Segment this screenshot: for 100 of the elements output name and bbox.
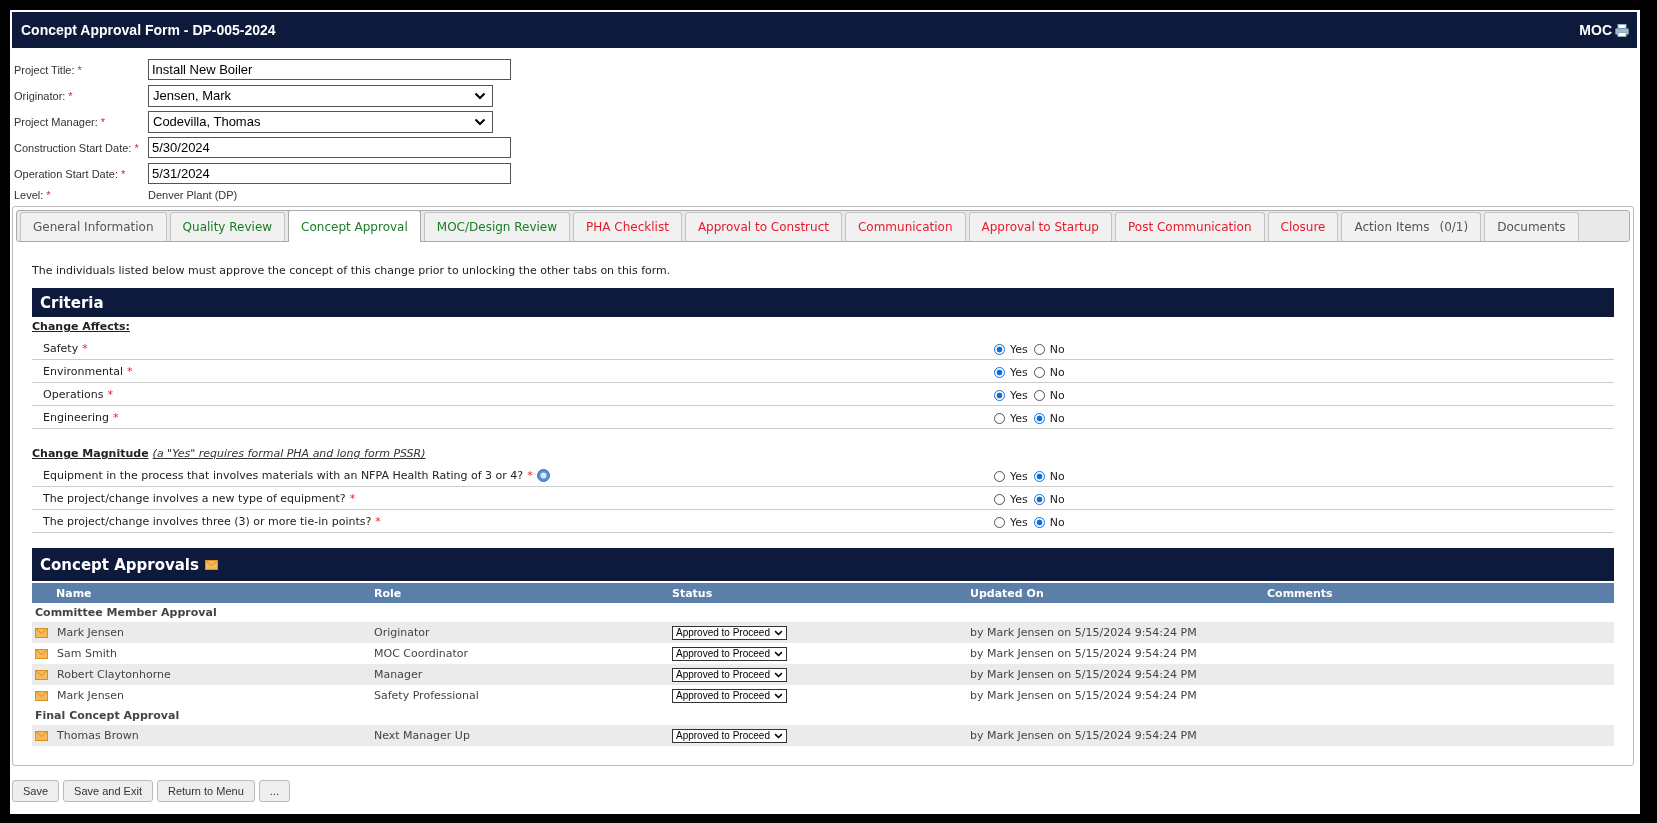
envelope-icon <box>35 648 48 659</box>
required-asterisk: * <box>46 189 51 201</box>
chevron-down-icon <box>773 629 783 636</box>
tab[interactable]: Action Items (0/1) <box>1341 212 1482 241</box>
table-cell-text: Manager <box>374 668 424 681</box>
tab[interactable]: Communication <box>844 212 966 241</box>
status-dropdown[interactable]: Approved to Proceed <box>672 646 787 661</box>
required-asterisk: * <box>127 364 133 378</box>
envelope-icon <box>35 730 48 741</box>
radio-label[interactable]: No <box>1049 366 1065 379</box>
action-button[interactable]: Return to Menu <box>156 780 255 802</box>
table-cell: Mark Jensen <box>57 626 125 639</box>
radio-button[interactable] <box>1033 413 1045 424</box>
field-label: Construction Start Date: <box>14 141 132 154</box>
tab[interactable]: Concept Approval <box>288 210 421 242</box>
group-heading: Change Affects: <box>32 320 130 333</box>
column-header: Status <box>672 586 714 600</box>
table-cell-text: by Mark Jensen on 5/15/2024 9:54:24 PM <box>970 689 1198 702</box>
input-field[interactable]: 5/31/2024 <box>148 163 511 184</box>
radio-label[interactable]: No <box>1049 516 1065 529</box>
required-asterisk: * <box>375 514 381 528</box>
radio-label[interactable]: Yes <box>1010 493 1028 506</box>
printer-icon <box>1615 23 1629 37</box>
radio-label[interactable]: Yes <box>1010 389 1028 402</box>
column-header: Updated On <box>970 586 1045 600</box>
radio-button[interactable] <box>1033 517 1045 528</box>
question-text: Equipment in the process that involves materials with an NFPA Health Rating of 3 or 4? <box>43 468 524 482</box>
required-asterisk: * <box>134 141 139 154</box>
status-dropdown[interactable]: Approved to Proceed <box>672 625 787 640</box>
tab[interactable]: MOC/Design Review <box>423 212 571 241</box>
table-cell-text: by Mark Jensen on 5/15/2024 9:54:24 PM <box>970 729 1198 742</box>
envelope-icon <box>35 627 48 638</box>
radio-label[interactable]: No <box>1049 343 1065 356</box>
radio-label[interactable]: No <box>1049 412 1065 425</box>
status-dropdown[interactable]: Approved to Proceed <box>672 688 787 703</box>
chevron-down-icon <box>773 650 783 657</box>
input-field[interactable]: Install New Boiler <box>148 59 511 80</box>
group-title: Final Concept Approval <box>34 708 181 724</box>
chevron-down-icon <box>474 91 486 100</box>
chevron-down-icon <box>773 732 783 739</box>
radio-button[interactable] <box>994 367 1005 378</box>
tab[interactable]: Approval to Construct <box>684 212 842 241</box>
tab[interactable]: Closure <box>1267 212 1339 241</box>
question-text: Operations <box>43 387 104 401</box>
status-dropdown[interactable]: Approved to Proceed <box>672 667 787 682</box>
tab[interactable]: PHA Checklist <box>573 212 682 241</box>
group-note: (a "Yes" requires formal PHA and long form PSSR) <box>152 447 426 460</box>
question-text: Engineering <box>43 410 109 424</box>
column-header: Comments <box>1267 586 1334 600</box>
tab[interactable]: Post Communication <box>1115 212 1265 241</box>
tab[interactable]: Documents <box>1484 212 1579 241</box>
action-button[interactable]: Save <box>12 780 60 802</box>
table-cell-text: MOC Coordinator <box>374 647 470 660</box>
required-asterisk: * <box>77 63 82 76</box>
form-title: Concept Approval Form - DP-005-2024 <box>21 22 276 38</box>
radio-label[interactable]: No <box>1049 470 1065 483</box>
field-label: Project Title: <box>14 63 75 76</box>
table-cell: Robert Claytonhorne <box>57 668 171 681</box>
column-header: Role <box>374 586 403 600</box>
table-cell-text: Next Manager Up <box>374 729 471 742</box>
radio-button[interactable] <box>994 344 1005 355</box>
envelope-icon <box>204 559 218 570</box>
radio-label[interactable]: Yes <box>1010 516 1028 529</box>
envelope-icon <box>35 669 48 680</box>
table-cell-text: by Mark Jensen on 5/15/2024 9:54:24 PM <box>970 626 1198 639</box>
field-label: Level: <box>14 189 44 201</box>
question-text: The project/change involves a new type of equipment? <box>43 491 346 505</box>
tab[interactable]: General Information <box>20 212 167 241</box>
radio-label[interactable]: No <box>1049 493 1065 506</box>
field-label: Originator: <box>14 89 66 102</box>
radio-label[interactable]: Yes <box>1010 470 1028 483</box>
input-field[interactable]: 5/30/2024 <box>148 137 511 158</box>
radio-button[interactable] <box>994 390 1005 401</box>
table-cell-text: Safety Professional <box>374 689 480 702</box>
action-button[interactable]: ... <box>258 780 290 802</box>
tab[interactable]: Quality Review <box>169 212 286 241</box>
question-text: The project/change involves three (3) or more tie-in points? <box>43 514 372 528</box>
required-asterisk: * <box>349 491 356 505</box>
radio-label[interactable]: No <box>1049 389 1065 402</box>
table-cell: Mark Jensen <box>57 689 125 702</box>
radio-button[interactable] <box>1033 494 1045 505</box>
table-cell-text: by Mark Jensen on 5/15/2024 9:54:24 PM <box>970 668 1198 681</box>
select-field[interactable]: Jensen, Mark <box>148 84 493 107</box>
field-label: Operation Start Date: <box>14 167 118 180</box>
radio-label[interactable]: Yes <box>1010 366 1028 379</box>
required-asterisk: * <box>82 341 88 355</box>
tab[interactable]: Approval to Startup <box>968 212 1112 241</box>
module-label: MOC <box>1579 22 1612 38</box>
radio-button[interactable] <box>1033 471 1045 482</box>
status-dropdown[interactable]: Approved to Proceed <box>672 728 787 743</box>
select-field[interactable]: Codevilla, Thomas <box>148 110 493 133</box>
radio-label[interactable]: Yes <box>1010 412 1028 425</box>
table-cell-text: Originator <box>374 626 431 639</box>
field-value: Denver Plant (DP) <box>148 189 238 201</box>
chevron-down-icon <box>474 117 486 126</box>
radio-label[interactable]: Yes <box>1010 343 1028 356</box>
chevron-down-icon <box>773 692 783 699</box>
action-button[interactable]: Save and Exit <box>63 780 153 802</box>
required-asterisk: * <box>120 167 126 180</box>
required-asterisk: * <box>68 89 73 102</box>
